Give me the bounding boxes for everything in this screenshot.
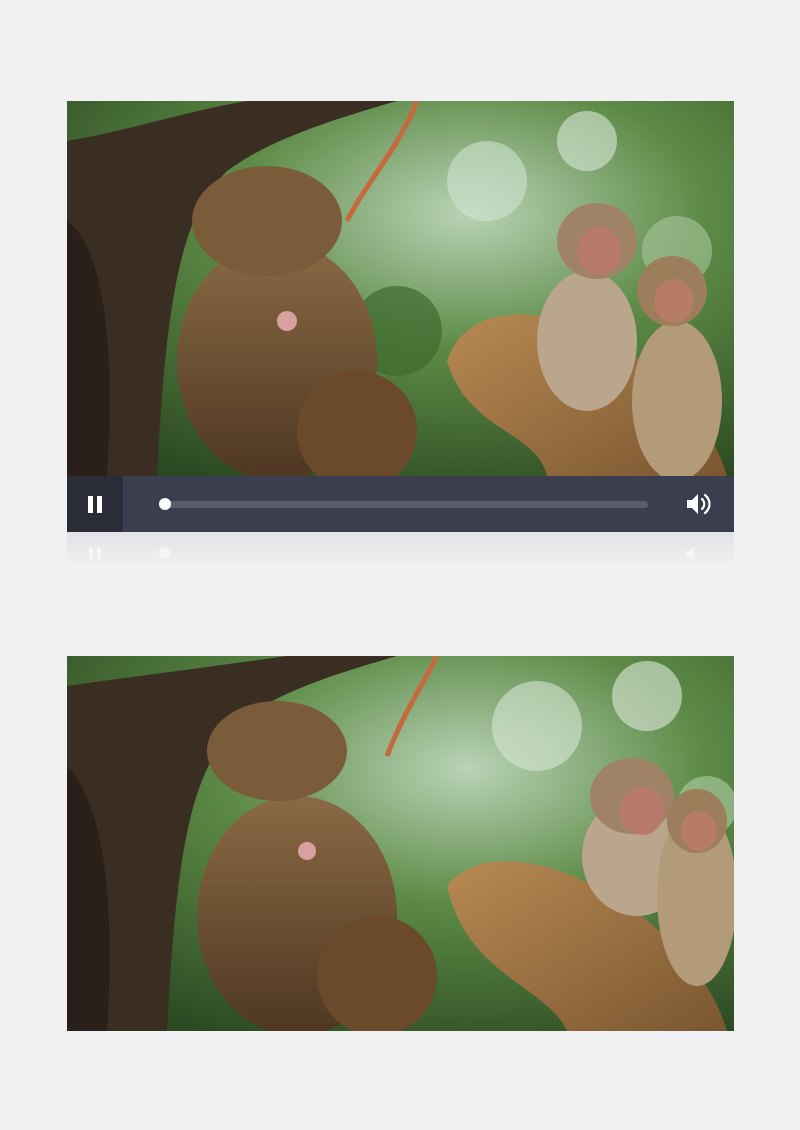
progress-track xyxy=(159,501,648,508)
monkeys-in-tree-image xyxy=(67,101,734,476)
volume-icon xyxy=(687,493,711,515)
knob-reflection xyxy=(159,547,170,558)
pause-button[interactable] xyxy=(67,476,123,532)
control-bar xyxy=(67,476,734,532)
volume-button[interactable] xyxy=(684,490,714,518)
pause-icon-reflection xyxy=(87,546,103,564)
volume-icon-reflection xyxy=(686,546,695,562)
monkeys-in-tree-image xyxy=(67,656,734,1031)
video-still-frame xyxy=(67,656,734,1031)
pause-icon xyxy=(86,495,104,513)
player-reflection xyxy=(67,532,734,566)
progress-knob[interactable] xyxy=(159,498,171,510)
progress-bar[interactable] xyxy=(159,498,648,510)
video-frame[interactable] xyxy=(67,101,734,476)
video-player[interactable] xyxy=(67,101,734,532)
